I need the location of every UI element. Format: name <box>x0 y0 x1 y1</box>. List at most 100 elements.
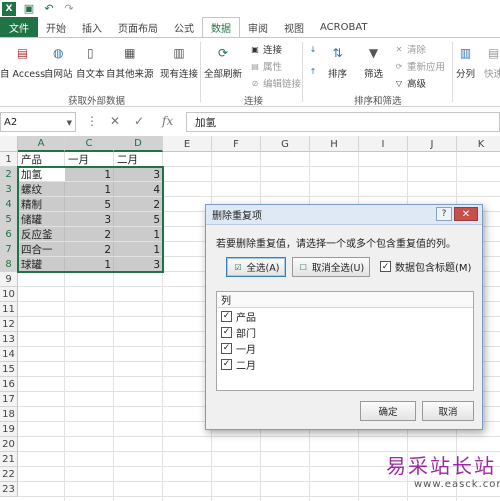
column-headers: ACDEFGHIJK <box>0 136 500 152</box>
row-header[interactable]: 11 <box>0 302 18 317</box>
row-header[interactable]: 4 <box>0 197 18 212</box>
row-header[interactable]: 12 <box>0 317 18 332</box>
row-header[interactable]: 3 <box>0 182 18 197</box>
other-sources-icon: ▦ <box>124 46 136 60</box>
tab-review[interactable]: 审阅 <box>240 17 276 37</box>
reapply-button[interactable]: ⟳ 重新应用 <box>394 59 445 74</box>
checkbox-checked-icon[interactable]: ✓ <box>380 261 391 272</box>
row-header[interactable]: 10 <box>0 287 18 302</box>
row-header[interactable]: 5 <box>0 212 18 227</box>
text-to-columns-button[interactable]: ▥ 分列 <box>456 44 475 80</box>
select-all-button[interactable]: ☑ 全选(A) <box>226 257 286 277</box>
help-button[interactable]: ? <box>436 207 452 221</box>
checkbox-checked-icon[interactable]: ✓ <box>221 358 232 370</box>
row-header[interactable]: 13 <box>0 332 18 347</box>
tab-acrobat[interactable]: ACROBAT <box>312 17 376 37</box>
sort-az-button[interactable]: ↓ <box>308 44 321 54</box>
formula-input[interactable]: 加氢 <box>186 112 500 132</box>
tab-view[interactable]: 视图 <box>276 17 312 37</box>
clear-filter-button[interactable]: ✕ 清除 <box>394 42 426 57</box>
list-item-column[interactable]: ✓ 部门 <box>217 324 473 340</box>
sort-button[interactable]: ⇅ 排序 <box>328 44 347 80</box>
row-header[interactable]: 16 <box>0 377 18 392</box>
row-header[interactable]: 17 <box>0 392 18 407</box>
insert-function-icon[interactable]: fx <box>162 114 173 128</box>
existing-connections-button[interactable]: ▥ 现有连接 <box>160 44 198 80</box>
undo-icon[interactable]: ↶ <box>42 2 56 16</box>
list-item-column[interactable]: ✓ 产品 <box>217 308 473 324</box>
save-icon[interactable]: ▣ <box>22 2 36 16</box>
formula-value: 加氢 <box>195 116 216 129</box>
access-icon: ▤ <box>16 46 29 60</box>
columns-listbox[interactable]: 列 ✓ 产品 ✓ 部门 ✓ 一月 ✓ 二月 <box>216 291 474 391</box>
column-header[interactable]: C <box>65 136 114 152</box>
column-header[interactable]: F <box>212 136 261 152</box>
ok-button[interactable]: 确定 <box>360 401 416 421</box>
tab-data[interactable]: 数据 <box>202 17 240 37</box>
formula-bar: A2 ▼ ⋮ ✕ ✓ fx 加氢 <box>0 112 500 132</box>
filter-button[interactable]: ▼ 筛选 <box>364 44 383 80</box>
checkbox-checked-icon[interactable]: ✓ <box>221 342 232 354</box>
cancel-icon[interactable]: ✕ <box>110 114 120 128</box>
column-header[interactable]: A <box>18 136 65 152</box>
row-header[interactable]: 15 <box>0 362 18 377</box>
list-item-column[interactable]: ✓ 二月 <box>217 356 473 372</box>
list-item-column[interactable]: ✓ 一月 <box>217 340 473 356</box>
row-header[interactable]: 9 <box>0 272 18 287</box>
from-access-button[interactable]: ▤ 自 Access <box>0 44 45 80</box>
chevron-down-icon[interactable]: ▼ <box>67 119 72 127</box>
row-header[interactable]: 8 <box>0 257 18 272</box>
from-web-button[interactable]: ◍ 自网站 <box>44 44 73 80</box>
tab-insert[interactable]: 插入 <box>74 17 110 37</box>
cancel-button[interactable]: 取消 <box>422 401 474 421</box>
table-cell[interactable]: 一月 <box>65 152 114 167</box>
row-header[interactable]: 14 <box>0 347 18 362</box>
row-header[interactable]: 23 <box>0 482 18 497</box>
name-box[interactable]: A2 ▼ <box>0 112 76 132</box>
table-cell[interactable]: 产品 <box>18 152 65 167</box>
tab-file[interactable]: 文件 <box>0 17 38 37</box>
column-header[interactable]: I <box>359 136 408 152</box>
tab-home[interactable]: 开始 <box>38 17 74 37</box>
column-header[interactable]: E <box>163 136 212 152</box>
enter-icon[interactable]: ✓ <box>134 114 144 128</box>
refresh-all-button[interactable]: ⟳ 全部刷新 <box>204 44 242 80</box>
name-box-value: A2 <box>4 116 18 128</box>
has-headers-checkbox[interactable]: ✓ 数据包含标题(M) <box>380 259 471 274</box>
row-header[interactable]: 19 <box>0 422 18 437</box>
flash-fill-button[interactable]: ▤ 快速 <box>484 44 500 80</box>
row-header[interactable]: 7 <box>0 242 18 257</box>
row-header[interactable]: 6 <box>0 227 18 242</box>
list-item-label: 一月 <box>236 344 256 356</box>
checkbox-checked-icon[interactable]: ✓ <box>221 310 232 322</box>
select-all-corner[interactable] <box>0 136 18 152</box>
tab-formulas[interactable]: 公式 <box>166 17 202 37</box>
advanced-filter-button[interactable]: ▽ 高级 <box>394 76 426 91</box>
from-other-sources-button[interactable]: ▦ 自其他来源 <box>106 44 154 80</box>
row-header[interactable]: 21 <box>0 452 18 467</box>
close-button[interactable]: ✕ <box>454 207 478 221</box>
row-header[interactable]: 2 <box>0 167 18 182</box>
unselect-all-icon: ☐ <box>299 262 307 272</box>
properties-button[interactable]: ▤ 属性 <box>250 59 282 74</box>
redo-icon[interactable]: ↷ <box>62 2 76 16</box>
edit-links-button[interactable]: ⊘ 编辑链接 <box>250 76 301 91</box>
table-cell[interactable]: 二月 <box>114 152 163 167</box>
unselect-all-button[interactable]: ☐ 取消全选(U) <box>292 257 370 277</box>
from-text-button[interactable]: ▯ 自文本 <box>76 44 105 80</box>
column-header[interactable]: G <box>261 136 310 152</box>
sort-za-button[interactable]: ↑ <box>308 66 321 76</box>
row-header[interactable]: 22 <box>0 467 18 482</box>
column-header[interactable]: D <box>114 136 163 152</box>
checkbox-checked-icon[interactable]: ✓ <box>221 326 232 338</box>
dialog-titlebar[interactable]: 删除重复项 ? ✕ <box>206 205 482 225</box>
tab-page-layout[interactable]: 页面布局 <box>110 17 166 37</box>
row-header[interactable]: 18 <box>0 407 18 422</box>
column-header[interactable]: K <box>457 136 500 152</box>
row-header[interactable]: 1 <box>0 152 18 167</box>
watermark-title: 易采站长站 <box>386 454 496 478</box>
connections-button[interactable]: ▣ 连接 <box>250 42 282 57</box>
column-header[interactable]: J <box>408 136 457 152</box>
column-header[interactable]: H <box>310 136 359 152</box>
row-header[interactable]: 20 <box>0 437 18 452</box>
